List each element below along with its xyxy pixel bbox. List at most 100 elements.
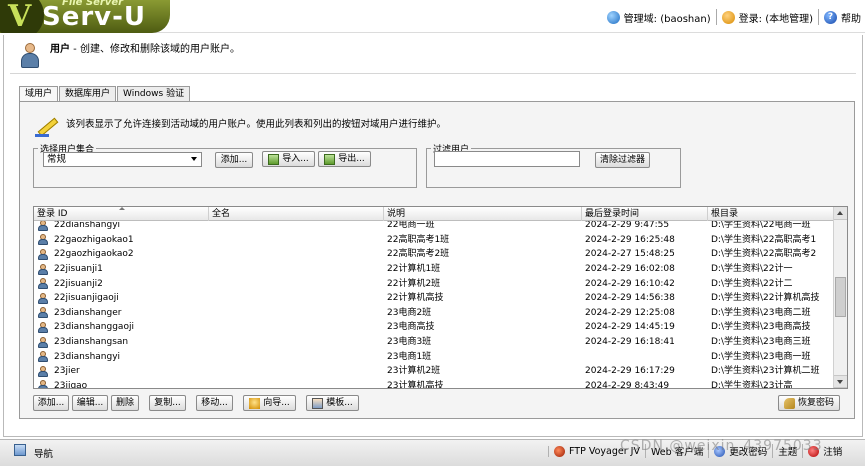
table-row[interactable]: 22jisuanjigaoji 22计算机高技 2024-2-29 14:56:38… bbox=[34, 291, 834, 306]
table-row[interactable]: 23dianshangsan 23电商3班 2024-2-29 16:18:41 D:… bbox=[34, 335, 834, 350]
user-icon bbox=[38, 292, 48, 304]
table-row[interactable]: 22gaozhigaokao2 22高职高考2班 2024-2-27 15:48:2… bbox=[34, 247, 834, 262]
cell-description: 22计算机2班 bbox=[387, 278, 441, 289]
watermark: CSDN @weixin_43975033 bbox=[620, 438, 823, 454]
add-collection-button[interactable]: 添加... bbox=[215, 152, 253, 168]
move-user-button[interactable]: 移动... bbox=[196, 395, 233, 411]
scroll-down-icon[interactable] bbox=[834, 375, 847, 388]
help-link[interactable]: ? 帮助 bbox=[820, 8, 865, 26]
navigation-icon[interactable] bbox=[14, 444, 26, 456]
cell-root-dir: D:\学生资料\22计一 bbox=[711, 264, 793, 275]
header-divider bbox=[10, 73, 856, 74]
page-header: 用户 - 创建、修改和删除该域的用户账户。 bbox=[20, 43, 240, 69]
chevron-down-icon bbox=[191, 157, 197, 161]
key-icon bbox=[783, 397, 795, 409]
manage-domain-label: 管理域: (baoshan) bbox=[623, 13, 711, 25]
users-icon bbox=[20, 43, 40, 69]
cell-description: 22高职高考1班 bbox=[387, 234, 450, 245]
recover-password-button[interactable]: 恢复密码 bbox=[778, 395, 840, 411]
separator bbox=[818, 9, 819, 25]
table-row[interactable]: 23dianshanggaoji 23电商高技 2024-2-29 14:45:19… bbox=[34, 320, 834, 335]
tab-database-users[interactable]: 数据库用户 bbox=[59, 86, 117, 101]
cell-description: 23电商3班 bbox=[387, 337, 432, 348]
user-collection-select[interactable]: 常规 bbox=[43, 152, 202, 167]
import-icon bbox=[268, 153, 280, 165]
user-icon bbox=[38, 219, 48, 231]
login-id-text: 23dianshangsan bbox=[54, 337, 129, 348]
cell-login-id: 23jigao bbox=[34, 379, 209, 389]
wizard-icon bbox=[249, 397, 261, 409]
export-icon bbox=[324, 153, 336, 165]
manage-domain-link[interactable]: 管理域: (baoshan) bbox=[603, 8, 715, 26]
logo-v-mark: V bbox=[8, 0, 32, 33]
scroll-thumb[interactable] bbox=[835, 277, 846, 317]
column-login-id[interactable]: 登录 ID bbox=[34, 207, 209, 221]
cell-login-id: 23dianshanggaoji bbox=[34, 320, 209, 334]
user-icon bbox=[721, 10, 735, 24]
page-title-text: 用户 bbox=[50, 44, 70, 55]
separator bbox=[715, 9, 717, 25]
user-collection-value: 常规 bbox=[47, 154, 67, 165]
cell-login-id: 23dianshangsan bbox=[34, 335, 209, 349]
cell-description: 22计算机1班 bbox=[387, 264, 441, 275]
column-full-name[interactable]: 全名 bbox=[209, 207, 384, 221]
users-table: 22dianshangyi 22电商一班 2024-2-29 9:47:55 D:\学… bbox=[33, 206, 848, 389]
import-label: 导入... bbox=[282, 154, 309, 164]
cell-root-dir: D:\学生资料\22高职高考2 bbox=[711, 249, 817, 260]
cell-login-id: 22gaozhigaokao1 bbox=[34, 233, 209, 247]
import-button[interactable]: 导入... bbox=[262, 151, 315, 167]
cell-login-id: 23jier bbox=[34, 364, 209, 378]
cell-last-login: 2024-2-29 12:25:08 bbox=[585, 307, 675, 318]
login-id-text: 23jier bbox=[54, 366, 80, 377]
tab-bar: 域用户 数据库用户 Windows 验证 bbox=[19, 86, 191, 102]
cell-last-login: 2024-2-29 16:02:08 bbox=[585, 264, 675, 275]
login-label: 登录: (本地管理) bbox=[738, 13, 813, 25]
add-user-button[interactable]: 添加... bbox=[33, 395, 69, 411]
table-row[interactable]: 22jisuanji2 22计算机2班 2024-2-29 16:10:42 D:\学… bbox=[34, 276, 834, 291]
cell-root-dir: D:\学生资料\22高职高考1 bbox=[711, 234, 817, 245]
globe-icon bbox=[606, 10, 620, 24]
cell-description: 23计算机2班 bbox=[387, 366, 441, 377]
export-button[interactable]: 导出... bbox=[318, 151, 371, 167]
ftp-voyager-icon bbox=[554, 445, 565, 457]
table-row[interactable]: 22jisuanji1 22计算机1班 2024-2-29 16:02:08 D:\学… bbox=[34, 262, 834, 277]
login-id-text: 23dianshanger bbox=[54, 307, 122, 318]
table-row[interactable]: 23dianshangyi 23电商1班 D:\学生资料\23电商一班 bbox=[34, 349, 834, 364]
column-description[interactable]: 说明 bbox=[384, 207, 582, 221]
scroll-up-icon[interactable] bbox=[834, 207, 847, 220]
cell-description: 22高职高考2班 bbox=[387, 249, 450, 260]
login-id-text: 22jisuanji1 bbox=[54, 264, 103, 275]
user-icon bbox=[38, 351, 48, 363]
table-row[interactable]: 23jier 23计算机2班 2024-2-29 16:17:29 D:\学生资料\2… bbox=[34, 364, 834, 379]
cell-login-id: 22jisuanjigaoji bbox=[34, 291, 209, 305]
user-icon bbox=[38, 336, 48, 348]
login-link[interactable]: 登录: (本地管理) bbox=[718, 8, 817, 26]
template-button[interactable]: 模板... bbox=[306, 395, 359, 411]
cell-root-dir: D:\学生资料\22计算机高技 bbox=[711, 293, 820, 304]
edit-user-button[interactable]: 编辑... bbox=[72, 395, 108, 411]
column-root-dir[interactable]: 根目录 bbox=[708, 207, 834, 221]
copy-user-button[interactable]: 复制... bbox=[149, 395, 186, 411]
table-row[interactable]: 22gaozhigaokao1 22高职高考1班 2024-2-29 16:25:4… bbox=[34, 233, 834, 248]
user-icon bbox=[38, 380, 48, 388]
table-row[interactable]: 23jigao 23计算机高技 2024-2-29 8:43:49 D:\学生资料\2… bbox=[34, 379, 834, 389]
login-id-text: 22gaozhigaokao2 bbox=[54, 249, 134, 260]
navigation-label[interactable]: 导航 bbox=[34, 446, 53, 460]
cell-description: 23电商1班 bbox=[387, 351, 432, 362]
column-last-login[interactable]: 最后登录时间 bbox=[582, 207, 708, 221]
clear-filter-button[interactable]: 清除过滤器 bbox=[595, 152, 650, 168]
column-login-id-label: 登录 ID bbox=[37, 209, 68, 219]
login-id-text: 23dianshanggaoji bbox=[54, 322, 134, 333]
template-user-icon bbox=[312, 397, 324, 409]
cell-root-dir: D:\学生资料\23计高 bbox=[711, 380, 793, 389]
delete-user-button[interactable]: 删除 bbox=[111, 395, 139, 411]
table-scrollbar[interactable] bbox=[833, 207, 847, 388]
tab-domain-users[interactable]: 域用户 bbox=[19, 86, 59, 102]
tab-windows-auth[interactable]: Windows 验证 bbox=[117, 86, 191, 101]
wizard-button[interactable]: 向导... bbox=[243, 395, 296, 411]
table-row[interactable]: 23dianshanger 23电商2班 2024-2-29 12:25:08 D:\… bbox=[34, 306, 834, 321]
login-id-text: 23jigao bbox=[54, 380, 88, 389]
cell-root-dir: D:\学生资料\23电商一班 bbox=[711, 351, 811, 362]
user-icon bbox=[38, 263, 48, 275]
filter-input[interactable] bbox=[434, 151, 580, 167]
